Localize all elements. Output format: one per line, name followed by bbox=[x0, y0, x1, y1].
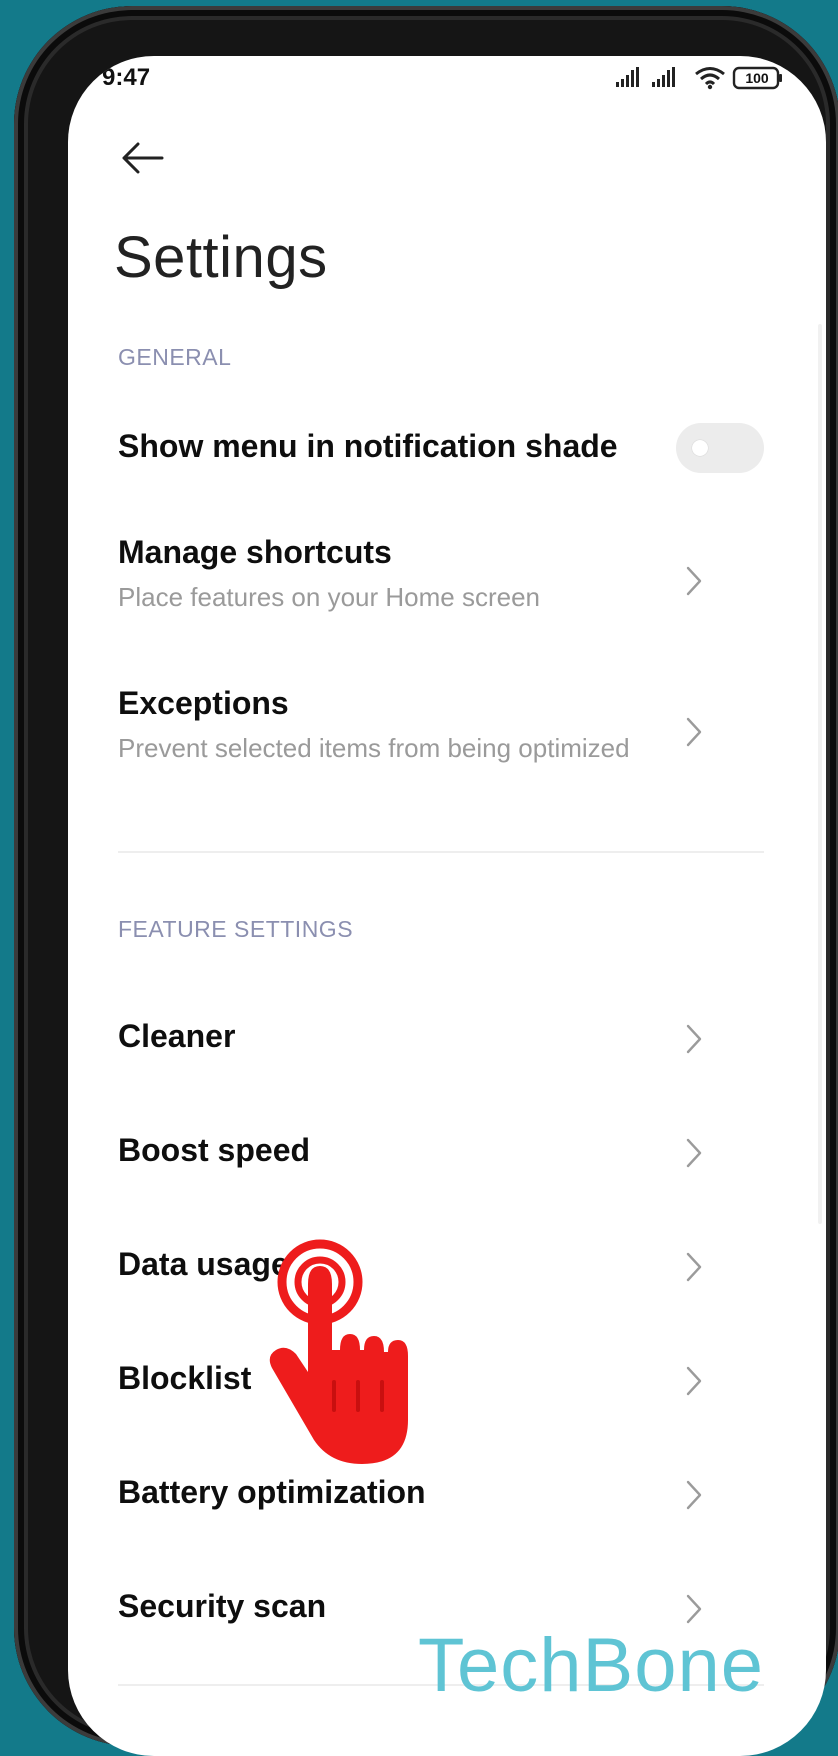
tap-hand-icon bbox=[269, 1239, 408, 1464]
chevron-right-icon bbox=[686, 1366, 702, 1396]
status-time: 9:47 bbox=[102, 64, 151, 91]
chevron-right-icon bbox=[686, 1252, 702, 1282]
page-title: Settings bbox=[114, 225, 328, 290]
chevron-right-icon bbox=[686, 1138, 702, 1168]
notification-shade-toggle[interactable] bbox=[676, 423, 764, 473]
phone-screen: 9:47 100 Settings GENERAL Show menu in n… bbox=[68, 56, 826, 1756]
chevron-right-icon bbox=[686, 1480, 702, 1510]
back-arrow-icon bbox=[122, 142, 164, 174]
list-item-manage-shortcuts[interactable]: Manage shortcuts Place features on your … bbox=[68, 526, 826, 636]
signal-icon bbox=[652, 67, 675, 87]
toggle-knob bbox=[692, 440, 708, 456]
list-item-exceptions[interactable]: Exceptions Prevent selected items from b… bbox=[68, 677, 826, 787]
wifi-icon bbox=[695, 67, 725, 90]
section-header-feature-settings: FEATURE SETTINGS bbox=[118, 916, 354, 942]
row-label: Battery optimization bbox=[118, 1474, 426, 1510]
section-header-general: GENERAL bbox=[118, 344, 232, 370]
signal-icon bbox=[616, 67, 639, 87]
section-divider bbox=[118, 851, 764, 853]
row-label: Exceptions bbox=[118, 685, 289, 721]
battery-level: 100 bbox=[745, 70, 769, 86]
row-label: Boost speed bbox=[118, 1132, 311, 1168]
row-label: Cleaner bbox=[118, 1018, 236, 1054]
row-label: Show menu in notification shade bbox=[118, 428, 618, 464]
row-label: Manage shortcuts bbox=[118, 534, 392, 570]
status-bar: 9:47 100 bbox=[68, 56, 826, 116]
row-label: Blocklist bbox=[118, 1360, 252, 1396]
status-icons: 100 bbox=[614, 66, 794, 96]
chevron-right-icon bbox=[686, 717, 702, 747]
list-item-cleaner[interactable]: Cleaner bbox=[68, 994, 826, 1088]
chevron-right-icon bbox=[686, 566, 702, 596]
list-item-boost-speed[interactable]: Boost speed bbox=[68, 1108, 826, 1202]
chevron-right-icon bbox=[686, 1594, 702, 1624]
chevron-right-icon bbox=[686, 1024, 702, 1054]
row-label: Security scan bbox=[118, 1588, 327, 1624]
row-subtitle: Prevent selected items from being optimi… bbox=[118, 733, 630, 763]
row-subtitle: Place features on your Home screen bbox=[118, 582, 540, 612]
watermark: TechBone bbox=[418, 1623, 765, 1708]
phone-frame: 9:47 100 Settings GENERAL Show menu in n… bbox=[14, 6, 838, 1756]
back-button[interactable] bbox=[118, 134, 166, 182]
